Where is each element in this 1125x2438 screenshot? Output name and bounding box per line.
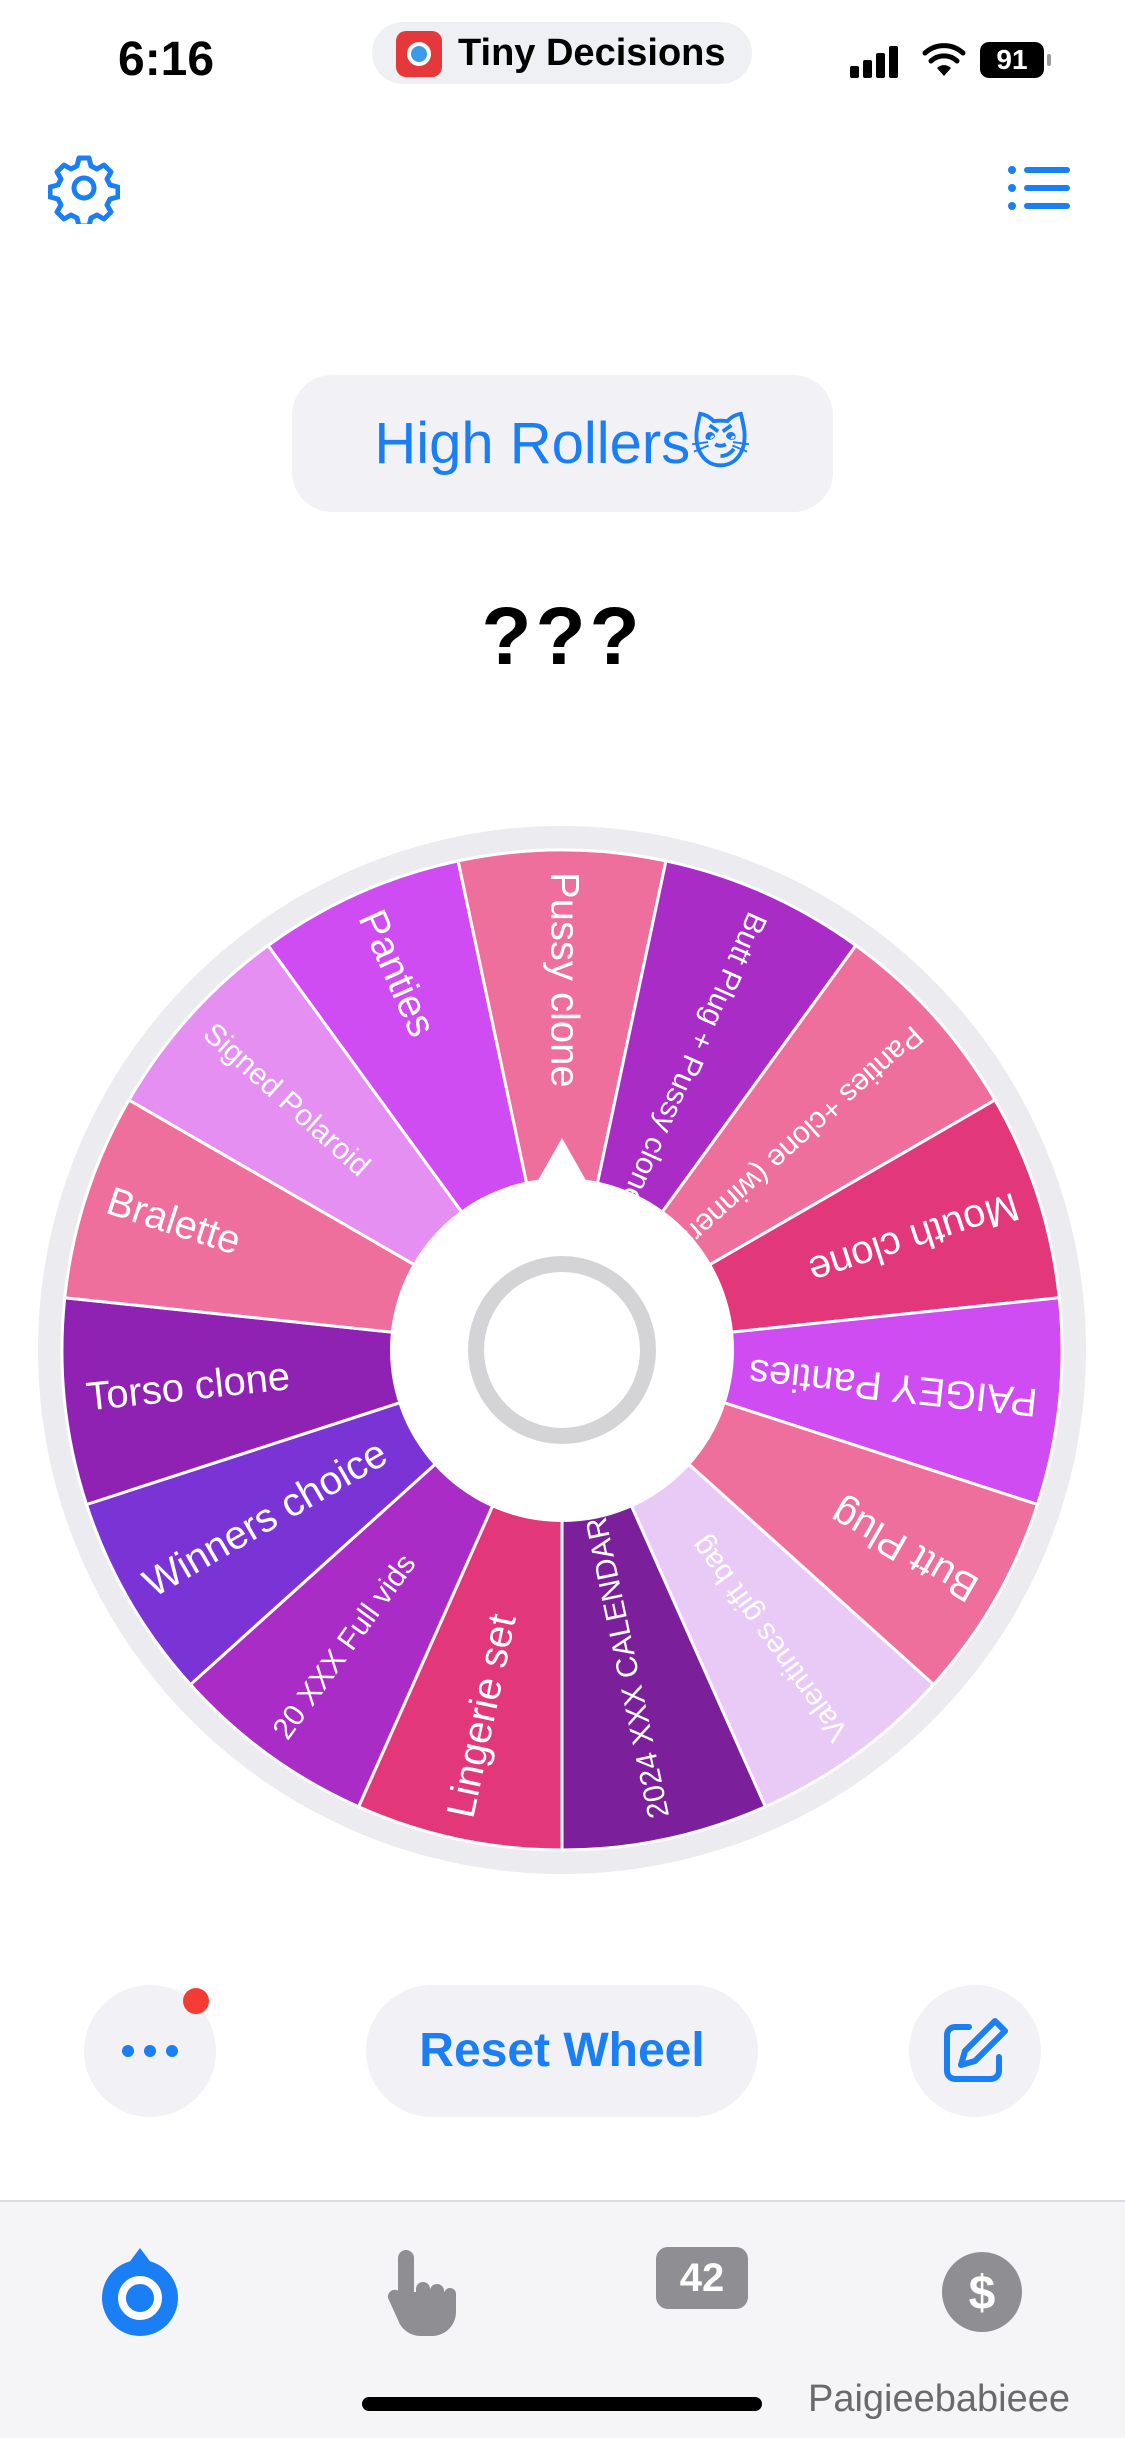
ellipsis-icon	[122, 2045, 178, 2057]
reset-wheel-button[interactable]: Reset Wheel	[366, 1985, 758, 2117]
tab-wheel-icon[interactable]	[90, 2242, 190, 2342]
notification-dot	[183, 1988, 209, 2014]
edit-pencil-icon	[944, 2018, 1008, 2082]
tab-dollar-icon[interactable]: $	[932, 2242, 1032, 2342]
battery-indicator: 91	[980, 42, 1051, 78]
status-time: 6:16	[118, 33, 215, 86]
edit-button[interactable]	[909, 1985, 1041, 2117]
watermark: Paigieebabieee	[808, 2378, 1071, 2420]
wheel-segment-label: Pussy clone	[542, 872, 586, 1088]
home-indicator	[362, 2397, 762, 2411]
settings-gear-icon[interactable]	[48, 152, 120, 224]
status-bar: 6:16 Tiny Decisions 91	[0, 0, 1125, 110]
result-text: ???	[481, 591, 644, 682]
app-name: Tiny Decisions	[458, 32, 726, 74]
wheel-title-button[interactable]: High Rollers😼	[292, 375, 833, 512]
list-icon[interactable]	[1004, 152, 1076, 224]
decision-wheel[interactable]: Pussy clone Butt Plug + Pussy clone Pantie…	[0, 780, 1125, 1910]
wheel-hub[interactable]	[390, 1178, 734, 1522]
svg-text:$: $	[969, 2267, 996, 2320]
tab-count-badge[interactable]: 42	[656, 2247, 748, 2309]
app-indicator[interactable]: Tiny Decisions	[372, 22, 752, 84]
cellular-signal-icon	[850, 44, 906, 78]
app-icon	[396, 31, 442, 77]
tab-tap-hand-icon[interactable]	[372, 2242, 472, 2342]
wifi-icon	[922, 43, 966, 76]
